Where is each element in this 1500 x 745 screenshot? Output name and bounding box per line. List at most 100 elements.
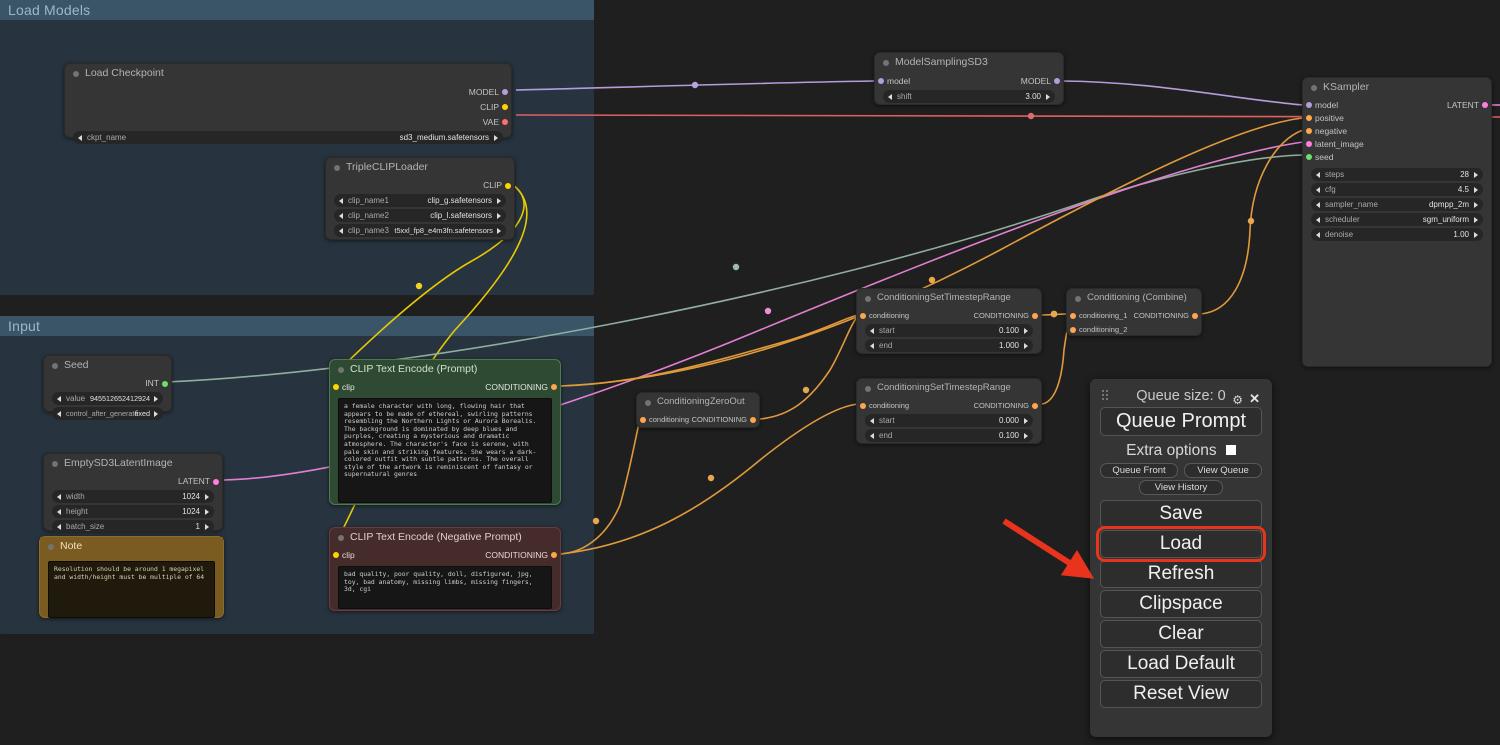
widget-height[interactable]: height 1024	[52, 505, 214, 518]
close-icon[interactable]: ✕	[1249, 388, 1260, 410]
node-title-cond-timestep-range-top[interactable]: ConditioningSetTimestepRange	[857, 289, 1041, 307]
port-dot-model[interactable]	[1306, 102, 1312, 108]
node-clip-text-encode-negative[interactable]: CLIP Text Encode (Negative Prompt) clip …	[329, 527, 561, 611]
node-conditioning-combine[interactable]: Conditioning (Combine) conditioning_1 CO…	[1066, 288, 1202, 336]
increment-arrow-icon[interactable]	[1474, 216, 1478, 223]
widget-batch-size[interactable]: batch_size 1	[52, 520, 214, 533]
decrement-arrow-icon[interactable]	[57, 395, 61, 402]
refresh-button[interactable]: Refresh	[1100, 560, 1262, 588]
widget-ckpt-name[interactable]: ckpt_name sd3_medium.safetensors	[73, 131, 503, 144]
io-latent-image[interactable]: latent_image	[1303, 138, 1491, 150]
port-dot-clip[interactable]	[505, 182, 511, 189]
node-title-clip-text-encode-negative[interactable]: CLIP Text Encode (Negative Prompt)	[330, 528, 560, 546]
io-conditioning[interactable]: conditioning CONDITIONING	[857, 399, 1041, 412]
node-ksampler[interactable]: KSampler model LATENT positive negative …	[1302, 77, 1492, 367]
node-title-conditioning-zero-out[interactable]: ConditioningZeroOut	[637, 393, 759, 411]
io-clip[interactable]: clip CONDITIONING	[330, 380, 560, 394]
node-title-empty-sd3-latent-image[interactable]: EmptySD3LatentImage	[44, 454, 222, 472]
node-tripleclip-loader[interactable]: TripleCLIPLoader CLIP clip_name1 clip_g.…	[325, 157, 515, 240]
increment-arrow-icon[interactable]	[1474, 171, 1478, 178]
decrement-arrow-icon[interactable]	[870, 417, 874, 424]
widget-end[interactable]: end 0.100	[865, 429, 1033, 442]
output-vae[interactable]: VAE	[65, 115, 511, 129]
drag-handle-icon[interactable]	[1102, 390, 1110, 402]
increment-arrow-icon[interactable]	[1474, 231, 1478, 238]
io-model[interactable]: model LATENT	[1303, 99, 1491, 111]
io-model[interactable]: model MODEL	[875, 74, 1063, 88]
increment-arrow-icon[interactable]	[154, 410, 158, 417]
decrement-arrow-icon[interactable]	[1316, 216, 1320, 223]
io-clip[interactable]: clip CONDITIONING	[330, 548, 560, 562]
node-title-tripleclip-loader[interactable]: TripleCLIPLoader	[326, 158, 514, 176]
port-dot-conditioning-1[interactable]	[1070, 312, 1076, 319]
widget-control-after-generate[interactable]: control_after_generate fixed	[52, 407, 163, 420]
decrement-arrow-icon[interactable]	[870, 327, 874, 334]
node-title-conditioning-combine[interactable]: Conditioning (Combine)	[1067, 289, 1201, 307]
increment-arrow-icon[interactable]	[205, 508, 209, 515]
port-dot-conditioning-2[interactable]	[1070, 326, 1076, 333]
port-dot-vae[interactable]	[502, 119, 508, 125]
queue-prompt-button[interactable]: Queue Prompt	[1100, 407, 1262, 436]
io-conditioning-1[interactable]: conditioning_1 CONDITIONING	[1067, 309, 1201, 322]
clear-button[interactable]: Clear	[1100, 620, 1262, 648]
port-dot-negative[interactable]	[1306, 128, 1312, 134]
load-default-button[interactable]: Load Default	[1100, 650, 1262, 678]
decrement-arrow-icon[interactable]	[57, 493, 61, 500]
node-empty-sd3-latent-image[interactable]: EmptySD3LatentImage LATENT width 1024 he…	[43, 453, 223, 533]
port-dot-clip[interactable]	[333, 552, 339, 558]
output-clip[interactable]: CLIP	[65, 100, 511, 114]
port-dot-positive[interactable]	[1306, 115, 1312, 121]
widget-end[interactable]: end 1.000	[865, 339, 1033, 352]
decrement-arrow-icon[interactable]	[78, 134, 82, 141]
port-dot-model-in[interactable]	[878, 78, 884, 84]
io-conditioning-2[interactable]: conditioning_2	[1067, 323, 1201, 336]
port-dot-conditioning[interactable]	[551, 384, 557, 390]
widget-clip-name1[interactable]: clip_name1 clip_g.safetensors	[334, 194, 506, 207]
node-clip-text-encode-positive[interactable]: CLIP Text Encode (Prompt) clip CONDITION…	[329, 359, 561, 505]
increment-arrow-icon[interactable]	[497, 212, 501, 219]
decrement-arrow-icon[interactable]	[57, 508, 61, 515]
port-dot-conditioning-out[interactable]	[750, 416, 756, 423]
port-dot-conditioning-out[interactable]	[1192, 312, 1198, 319]
decrement-arrow-icon[interactable]	[1316, 186, 1320, 193]
view-queue-button[interactable]: View Queue	[1184, 463, 1262, 478]
node-model-sampling-sd3[interactable]: ModelSamplingSD3 model MODEL shift 3.00	[874, 52, 1064, 105]
comfyui-canvas[interactable]: Load Models Input Load Checkpoint MODEL …	[0, 0, 1500, 745]
port-dot-latent[interactable]	[213, 478, 219, 485]
increment-arrow-icon[interactable]	[1024, 432, 1028, 439]
decrement-arrow-icon[interactable]	[339, 227, 343, 234]
node-conditioning-zero-out[interactable]: ConditioningZeroOut conditioning CONDITI…	[636, 392, 760, 428]
widget-seed-value[interactable]: value 945512652412924	[52, 392, 163, 405]
output-clip[interactable]: CLIP	[326, 179, 514, 192]
note-text[interactable]: Resolution should be around 1 megapixel …	[48, 561, 215, 618]
view-history-button[interactable]: View History	[1139, 480, 1223, 495]
decrement-arrow-icon[interactable]	[57, 523, 61, 530]
queue-front-button[interactable]: Queue Front	[1100, 463, 1178, 478]
output-model[interactable]: MODEL	[65, 85, 511, 99]
widget-clip-name3[interactable]: clip_name3 t5xxl_fp8_e4m3fn.safetensors	[334, 224, 506, 237]
comfy-menu-panel[interactable]: Queue size: 0 ⚙ ✕ Queue Prompt Extra opt…	[1090, 379, 1272, 737]
widget-clip-name2[interactable]: clip_name2 clip_l.safetensors	[334, 209, 506, 222]
reset-view-button[interactable]: Reset View	[1100, 680, 1262, 708]
port-dot-conditioning-in[interactable]	[860, 402, 866, 409]
decrement-arrow-icon[interactable]	[57, 410, 61, 417]
decrement-arrow-icon[interactable]	[339, 212, 343, 219]
widget-width[interactable]: width 1024	[52, 490, 214, 503]
widget-start[interactable]: start 0.000	[865, 414, 1033, 427]
port-dot-model[interactable]	[502, 89, 508, 95]
node-cond-timestep-range-bottom[interactable]: ConditioningSetTimestepRange conditionin…	[856, 378, 1042, 444]
increment-arrow-icon[interactable]	[154, 395, 158, 402]
port-dot-int[interactable]	[162, 380, 168, 387]
node-cond-timestep-range-top[interactable]: ConditioningSetTimestepRange conditionin…	[856, 288, 1042, 354]
node-title-seed[interactable]: Seed	[44, 356, 171, 374]
negative-prompt-textarea[interactable]: bad quality, poor quality, doll, disfigu…	[338, 566, 552, 609]
increment-arrow-icon[interactable]	[205, 523, 209, 530]
group-title-load-models[interactable]: Load Models	[0, 0, 594, 20]
group-title-input[interactable]: Input	[0, 316, 594, 336]
node-title-clip-text-encode-positive[interactable]: CLIP Text Encode (Prompt)	[330, 360, 560, 378]
decrement-arrow-icon[interactable]	[888, 93, 892, 100]
widget-cfg[interactable]: cfg 4.5	[1311, 183, 1483, 196]
node-note[interactable]: Note Resolution should be around 1 megap…	[39, 536, 224, 618]
io-positive[interactable]: positive	[1303, 112, 1491, 124]
port-dot-conditioning-out[interactable]	[1032, 312, 1038, 319]
